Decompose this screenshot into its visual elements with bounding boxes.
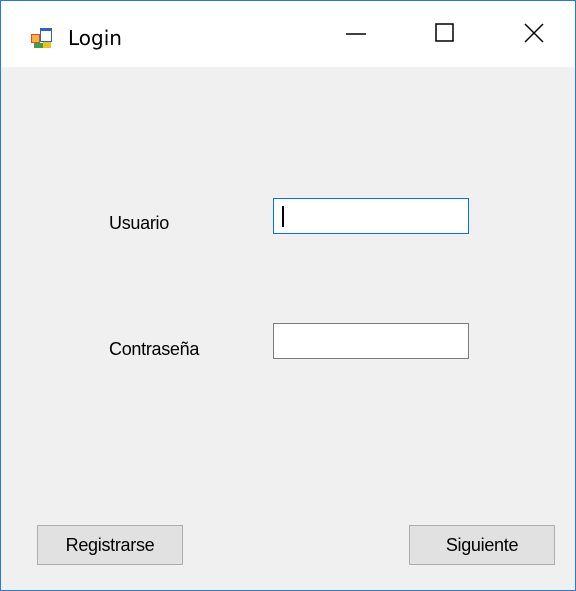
password-input[interactable] — [273, 323, 469, 359]
user-input[interactable] — [273, 198, 469, 234]
window-title: Login — [68, 26, 122, 50]
password-label: Contraseña — [109, 339, 200, 359]
minimize-icon — [345, 22, 367, 48]
app-icon — [31, 28, 53, 48]
close-icon — [523, 22, 545, 48]
text-caret — [282, 206, 284, 227]
minimize-button[interactable] — [321, 11, 391, 59]
register-button[interactable]: Registrarse — [37, 525, 183, 565]
next-button[interactable]: Siguiente — [409, 525, 555, 565]
maximize-button[interactable] — [410, 11, 480, 59]
user-label: Usuario — [109, 213, 169, 233]
maximize-icon — [434, 22, 456, 48]
title-bar[interactable]: Login — [1, 1, 575, 67]
close-button[interactable] — [499, 11, 569, 59]
login-window: Login Usuario Contraseña Registrarse Sig… — [0, 0, 576, 591]
